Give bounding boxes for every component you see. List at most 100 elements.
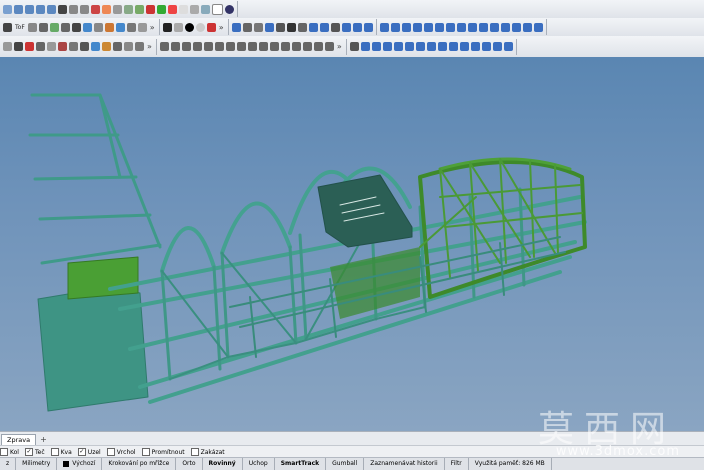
intersection-icon[interactable] [467,22,477,32]
tab-zprava[interactable]: Zprava [1,433,37,445]
undo-view-icon[interactable] [69,4,78,14]
surface-icon[interactable] [91,42,100,51]
light-icon[interactable] [102,4,111,14]
zoom-extents-icon[interactable] [36,4,45,14]
solid-5-icon[interactable] [415,42,425,51]
cylinder-icon[interactable] [401,22,411,32]
rectangle-icon[interactable] [38,22,48,32]
checkbox-vrchol[interactable] [106,448,115,456]
grid-icon[interactable] [58,4,67,14]
points-on-icon[interactable] [159,42,169,51]
blend-icon[interactable] [203,42,213,51]
checkbox-uzel[interactable]: ✓ [77,448,86,456]
revolve-icon[interactable] [352,22,362,32]
cplane-icon[interactable] [80,42,89,51]
contour-icon[interactable] [258,42,268,51]
planar-toggle[interactable]: Rovinný [203,458,243,470]
solid-6-icon[interactable] [426,42,436,51]
solid-11-icon[interactable] [481,42,491,51]
fillet-icon[interactable] [104,22,114,32]
lock-icon[interactable] [184,22,194,32]
snap-vrchol[interactable]: Vrchol [106,448,136,456]
cylinder-tool-icon[interactable] [349,42,359,51]
paint-icon[interactable] [102,42,111,51]
help-icon[interactable] [225,4,234,14]
text-icon[interactable] [36,42,45,51]
solid-10-icon[interactable] [470,42,480,51]
offset-icon[interactable] [115,22,125,32]
duplicate-edge-icon[interactable] [291,42,301,51]
sweep-icon[interactable] [341,22,351,32]
frame-icon[interactable] [14,42,23,51]
difference-icon[interactable] [456,22,466,32]
render-icon[interactable] [146,4,155,14]
solid-12-icon[interactable] [492,42,502,51]
material-icon[interactable] [157,4,166,14]
redo-view-icon[interactable] [80,4,89,14]
cone-icon[interactable] [412,22,422,32]
osnap-toggle[interactable]: Uchop [243,458,275,470]
color-wheel-icon[interactable] [168,4,177,14]
circle-icon[interactable] [49,22,59,32]
smash-icon[interactable] [324,42,334,51]
solid-2-icon[interactable] [382,42,392,51]
properties-icon[interactable] [190,4,199,14]
select-all-icon[interactable] [162,22,172,32]
solid-4-icon[interactable] [404,42,414,51]
split-icon[interactable] [137,22,147,32]
overflow-chevron-icon[interactable]: » [148,23,157,32]
zoom-icon[interactable] [14,4,23,14]
union-icon[interactable] [445,22,455,32]
solid-13-icon[interactable] [503,42,513,51]
pan-icon[interactable] [3,4,12,14]
overflow-chevron-icon-2[interactable]: » [217,23,226,32]
gumball-toggle[interactable]: Gumball [326,458,365,470]
group-icon[interactable] [206,22,216,32]
options-icon[interactable] [212,3,223,15]
smarttrack-toggle[interactable]: SmartTrack [275,458,327,470]
solid-9-icon[interactable] [459,42,469,51]
chamfer-edge-icon[interactable] [511,22,521,32]
unroll-icon[interactable] [313,42,323,51]
rotate-icon[interactable] [253,22,263,32]
silhouette-icon[interactable] [269,42,279,51]
duplicate-border-icon[interactable] [302,42,312,51]
extend-icon[interactable] [214,42,224,51]
pipe-icon[interactable] [434,22,444,32]
plane-icon[interactable] [69,42,78,51]
points-off-icon[interactable] [170,42,180,51]
show-icon[interactable] [195,22,205,32]
overflow-chevron-icon-3[interactable]: » [145,42,154,51]
perspective-viewport[interactable] [0,57,704,431]
fuselage-frame-model[interactable] [0,57,704,431]
solid-3-icon[interactable] [393,42,403,51]
cap-icon[interactable] [478,22,488,32]
trim-icon[interactable] [126,22,136,32]
shell-icon[interactable] [489,22,499,32]
snap-kva[interactable]: Kva [50,448,72,456]
rebuild-icon[interactable] [181,42,191,51]
shaded-sphere-icon[interactable] [179,4,188,14]
move-icon[interactable] [231,22,241,32]
solid-8-icon[interactable] [448,42,458,51]
match-icon[interactable] [192,42,202,51]
ellipse-icon[interactable] [71,22,81,32]
cone-draw-icon[interactable] [58,42,67,51]
hide-icon[interactable] [173,22,183,32]
grid-snap-toggle[interactable]: Krokování po mřížce [102,458,177,470]
point-icon[interactable] [3,22,12,32]
bulb-icon[interactable] [124,4,133,14]
solid-7-icon[interactable] [437,42,447,51]
loft-icon[interactable] [330,22,340,32]
fillet-edge-icon[interactable] [500,22,510,32]
mirror-icon[interactable] [275,22,285,32]
explode-icon[interactable] [522,22,532,32]
boolean-icon[interactable] [308,22,318,32]
image-icon[interactable] [25,42,34,51]
select-icon[interactable] [113,4,122,14]
checkbox-tec[interactable]: ✓ [24,448,33,456]
hand-icon[interactable] [113,42,122,51]
patch-icon[interactable] [363,22,373,32]
checkbox-zakazat[interactable] [190,448,199,456]
array-icon[interactable] [286,22,296,32]
